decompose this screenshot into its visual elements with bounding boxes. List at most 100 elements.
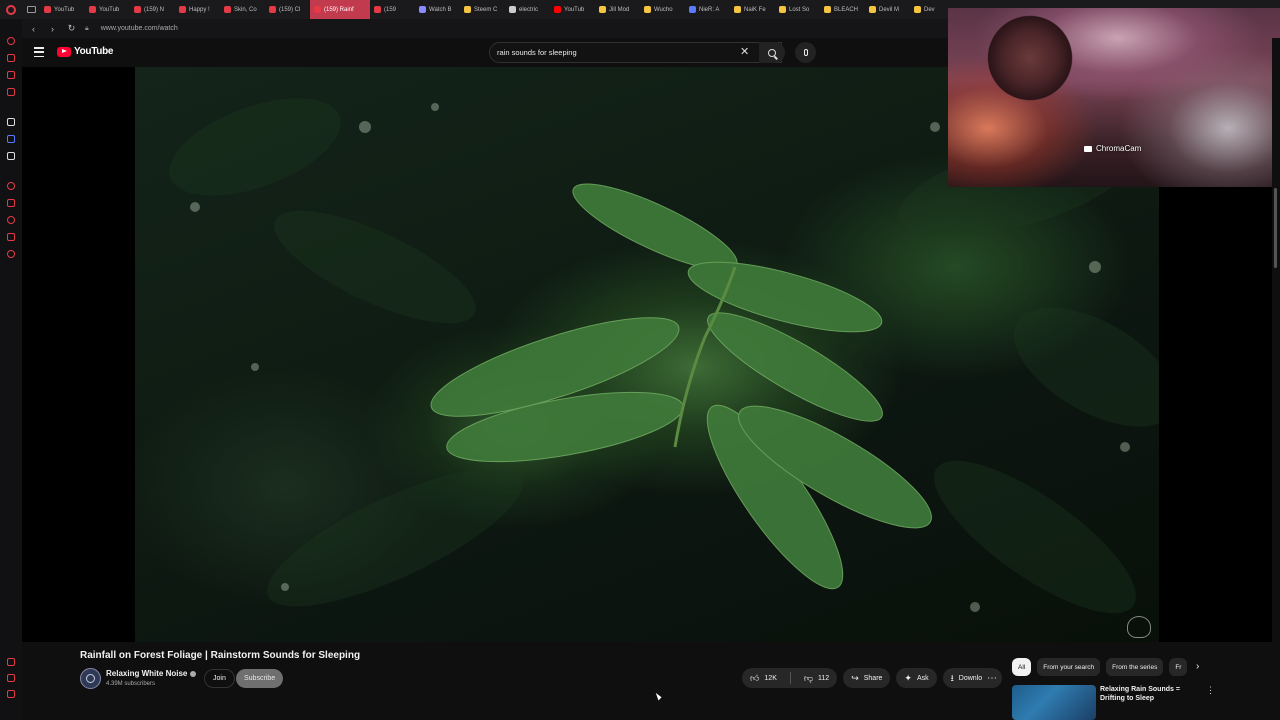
menu-icon[interactable] bbox=[34, 47, 44, 57]
browser-tab[interactable]: (159) Cl bbox=[265, 0, 310, 19]
tab-label: Wucho bbox=[654, 6, 673, 13]
chip-all[interactable]: All bbox=[1012, 658, 1032, 676]
sidebar-panel-icon[interactable] bbox=[7, 658, 15, 666]
sidebar-timer-icon[interactable] bbox=[7, 216, 15, 224]
sidebar-play-icon[interactable] bbox=[7, 199, 15, 207]
like-button[interactable]: 👍︎ 12K bbox=[742, 668, 785, 688]
browser-tab[interactable]: (159 bbox=[370, 0, 415, 19]
related-video-menu-icon[interactable]: ⋮ bbox=[1206, 685, 1215, 696]
tab-favicon-icon bbox=[224, 6, 231, 13]
tab-label: Devil M bbox=[879, 6, 900, 13]
youtube-play-icon bbox=[57, 46, 71, 57]
channel-name-text[interactable]: Relaxing White Noise bbox=[106, 669, 187, 678]
chip-from-the-series[interactable]: From the series bbox=[1106, 658, 1164, 676]
tab-favicon-icon bbox=[464, 6, 471, 13]
microphone-icon bbox=[803, 49, 808, 56]
channel-watermark-icon[interactable] bbox=[1127, 616, 1151, 638]
ask-button[interactable]: ✦ Ask bbox=[896, 668, 937, 688]
tab-favicon-icon bbox=[689, 6, 696, 13]
video-title: Rainfall on Forest Foliage | Rainstorm S… bbox=[80, 650, 361, 661]
tab-favicon-icon bbox=[644, 6, 651, 13]
sidebar-clock-icon[interactable] bbox=[7, 182, 15, 190]
chevron-right-icon[interactable]: › bbox=[1196, 661, 1199, 672]
sidebar-news-icon[interactable] bbox=[7, 88, 15, 96]
voice-search-button[interactable] bbox=[795, 42, 816, 63]
browser-tab[interactable]: (159) N bbox=[130, 0, 175, 19]
address-bar: ‹ › ↻ 🔒︎ www.youtube.com/watch bbox=[22, 19, 950, 38]
tab-favicon-icon bbox=[44, 6, 51, 13]
video-actions: 👍︎ 12K 👎︎ 112 ↪ Share ✦ Ask ⭳ Download bbox=[742, 668, 998, 688]
browser-tab[interactable]: (159) Rainf bbox=[310, 0, 370, 19]
sidebar-box-icon[interactable] bbox=[7, 674, 15, 682]
sidebar-chat-icon[interactable] bbox=[7, 71, 15, 79]
chip-truncated[interactable]: Fr bbox=[1169, 658, 1188, 676]
tab-favicon-icon bbox=[314, 6, 321, 13]
browser-tab[interactable]: Jill Mod bbox=[595, 0, 640, 19]
browser-tab[interactable]: YouTub bbox=[85, 0, 130, 19]
thumbs-down-icon: 👎︎ bbox=[803, 672, 814, 683]
scrollbar-thumb[interactable] bbox=[1274, 188, 1277, 268]
search-button[interactable] bbox=[759, 42, 785, 63]
tab-favicon-icon bbox=[419, 6, 426, 13]
back-icon[interactable]: ‹ bbox=[28, 24, 39, 34]
webcam-label: ChromaCam bbox=[1084, 144, 1141, 153]
url-field[interactable]: www.youtube.com/watch bbox=[101, 25, 178, 32]
forward-icon[interactable]: › bbox=[47, 24, 58, 34]
page-scrollbar[interactable] bbox=[1272, 38, 1280, 720]
tab-label: YouTub bbox=[564, 6, 585, 13]
tab-favicon-icon bbox=[134, 6, 141, 13]
search-input[interactable]: rain sounds for sleeping bbox=[489, 42, 782, 63]
browser-tab[interactable]: Happy ! bbox=[175, 0, 220, 19]
sidebar-bag-icon[interactable] bbox=[7, 54, 15, 62]
browser-tab[interactable]: NaiK Fe bbox=[730, 0, 775, 19]
channel-avatar[interactable] bbox=[80, 668, 101, 689]
browser-tab[interactable]: YouTub bbox=[40, 0, 85, 19]
browser-tab[interactable]: Wucho bbox=[640, 0, 685, 19]
tab-label: Dev bbox=[924, 6, 935, 13]
browser-tab[interactable]: Watch B bbox=[415, 0, 460, 19]
reload-icon[interactable]: ↻ bbox=[66, 23, 77, 34]
dislike-button[interactable]: 👎︎ 112 bbox=[796, 668, 837, 688]
sidebar-note-icon[interactable] bbox=[7, 233, 15, 241]
sidebar-settings-icon[interactable] bbox=[7, 250, 15, 258]
browser-tab[interactable]: YouTub bbox=[550, 0, 595, 19]
sidebar-more-icon[interactable] bbox=[7, 690, 15, 698]
tab-label: (159) N bbox=[144, 6, 165, 13]
sidebar-x-icon[interactable] bbox=[7, 152, 15, 160]
browser-tab[interactable]: Devil M bbox=[865, 0, 910, 19]
youtube-logo[interactable]: YouTube bbox=[57, 46, 114, 57]
channel-name[interactable]: Relaxing White Noise bbox=[106, 669, 197, 678]
share-button[interactable]: ↪ Share bbox=[843, 668, 891, 688]
related-video-thumbnail[interactable] bbox=[1012, 685, 1096, 720]
sidebar-a-icon[interactable] bbox=[7, 118, 15, 126]
tab-favicon-icon bbox=[554, 6, 561, 13]
browser-tab[interactable]: BLEACH bbox=[820, 0, 865, 19]
tab-list: YouTub YouTub (159) N Happy ! Skin, Co (159) … bbox=[40, 0, 955, 19]
sidebar-history-icon[interactable] bbox=[7, 37, 15, 45]
tab-label: (159 bbox=[384, 6, 397, 13]
subscribe-button[interactable]: Subscribe bbox=[236, 669, 284, 688]
browser-logo-icon[interactable] bbox=[0, 0, 22, 19]
dislike-count: 112 bbox=[818, 674, 830, 682]
like-count: 12K bbox=[764, 674, 777, 682]
browser-tab[interactable]: Skin, Co bbox=[220, 0, 265, 19]
tab-label: electric bbox=[519, 6, 539, 13]
search-icon bbox=[768, 48, 776, 57]
tab-overview-icon[interactable] bbox=[22, 0, 40, 19]
browser-tab[interactable]: NieR: A bbox=[685, 0, 730, 19]
site-info-icon[interactable]: 🔒︎ bbox=[85, 25, 89, 33]
thumbs-up-icon: 👍︎ bbox=[750, 672, 760, 683]
tab-label: Happy ! bbox=[189, 6, 210, 13]
browser-tab[interactable]: Steem C bbox=[460, 0, 505, 19]
join-button[interactable]: Join bbox=[204, 669, 235, 688]
browser-tab[interactable]: electric bbox=[505, 0, 550, 19]
chip-from-your-search[interactable]: From your search bbox=[1037, 658, 1101, 676]
related-video-title[interactable]: Relaxing Rain Sounds = Drifting to Sleep bbox=[1100, 685, 1206, 703]
youtube-logo-text: YouTube bbox=[74, 46, 114, 57]
tab-favicon-icon bbox=[869, 6, 876, 13]
clear-search-icon[interactable]: ✕ bbox=[740, 46, 749, 58]
more-actions-button[interactable]: ⋯ bbox=[982, 668, 1002, 688]
browser-tab[interactable]: Lost So bbox=[775, 0, 820, 19]
sidebar-messenger-icon[interactable] bbox=[7, 135, 15, 143]
tab-favicon-icon bbox=[599, 6, 606, 13]
